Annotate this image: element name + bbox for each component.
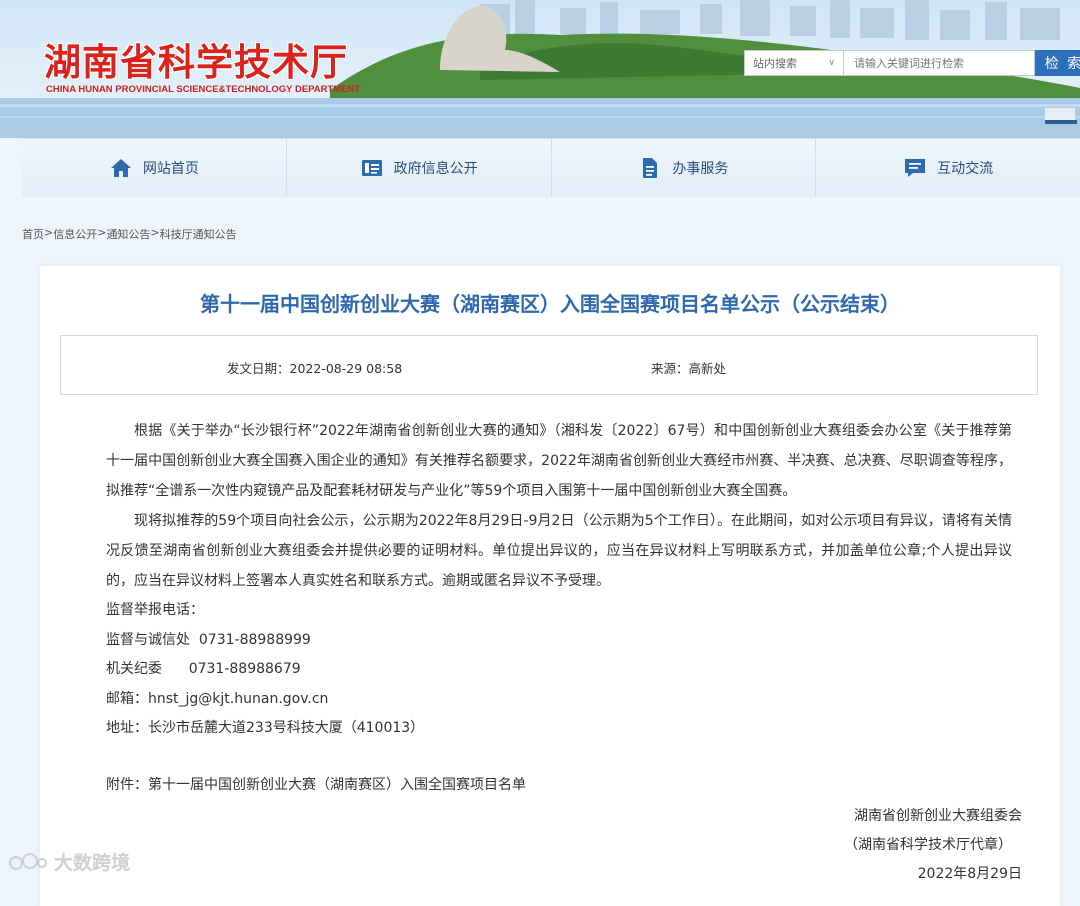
- home-icon: [110, 159, 131, 177]
- article-meta: 发文日期：2022-08-29 08:58 来源：高新处: [60, 335, 1038, 395]
- search-input[interactable]: [844, 50, 1035, 76]
- breadcrumb-separator: >: [150, 226, 160, 239]
- nav-item-label: 互动交流: [937, 161, 994, 177]
- breadcrumb-item-info[interactable]: 信息公开: [53, 226, 97, 242]
- contact-line: 机关纪委 0731-88988679: [106, 661, 301, 677]
- breadcrumb: 首页 > 信息公开 > 通知公告 > 科技厅通知公告: [22, 226, 237, 242]
- article-title: 第十一届中国创新创业大赛（湖南赛区）入围全国赛项目名单公示（公示结束）: [200, 292, 900, 316]
- header-banner: 湖南省科学技术厅 CHINA HUNAN PROVINCIAL SCIENCE&…: [0, 0, 1080, 138]
- signature-date: 2022年8月29日: [917, 866, 1022, 882]
- body-paragraph: 现将拟推荐的59个项目向社会公示，公示期为2022年8月29日-9月2日（公示期…: [106, 513, 1012, 589]
- nav-item-interaction[interactable]: 互动交流: [816, 139, 1080, 197]
- site-title: 湖南省科学技术厅: [44, 41, 348, 84]
- chat-icon: [905, 159, 926, 177]
- search-bar: 站内搜索 ∨ 检 索: [744, 50, 1080, 76]
- search-scope-label: 站内搜索: [753, 57, 797, 70]
- nav-item-home[interactable]: 网站首页: [22, 139, 287, 197]
- search-button[interactable]: 检 索: [1035, 50, 1080, 76]
- chevron-down-icon: ∨: [828, 58, 835, 68]
- nav-item-label: 网站首页: [142, 161, 199, 177]
- article-source: 来源：高新处: [651, 361, 727, 376]
- breadcrumb-item-home[interactable]: 首页: [22, 226, 44, 242]
- breadcrumb-separator: >: [44, 226, 54, 239]
- body-paragraph: 根据《关于举办“长沙银行杯”2022年湖南省创新创业大赛的通知》（湘科发〔202…: [106, 423, 1012, 499]
- search-scope-select[interactable]: 站内搜索 ∨: [744, 50, 844, 76]
- contact-email: 邮箱：hnst_jg@kjt.hunan.gov.cn: [106, 690, 329, 707]
- signature-seal: （湖南省科学技术厅代章）: [844, 837, 1012, 853]
- document-icon: [643, 158, 658, 178]
- contact-address: 地址：长沙市岳麓大道233号科技大厦（410013）: [106, 720, 425, 736]
- signature-block: 湖南省创新创业大赛组委会 （湖南省科学技术厅代章） 2022年8月29日: [844, 802, 1022, 889]
- publish-date: 发文日期：2022-08-29 08:58: [227, 361, 403, 376]
- nav-item-label: 政府信息公开: [393, 161, 478, 177]
- breadcrumb-item-dept-notices[interactable]: 科技厅通知公告: [160, 226, 237, 242]
- breadcrumb-separator: >: [97, 226, 107, 239]
- watermark: 大数跨境: [8, 848, 130, 875]
- article-body: 根据《关于举办“长沙银行杯”2022年湖南省创新创业大赛的通知》（湘科发〔202…: [106, 416, 1012, 596]
- watermark-logo-icon: [9, 852, 47, 870]
- article-card: 第十一届中国创新创业大赛（湖南赛区）入围全国赛项目名单公示（公示结束） 发文日期…: [40, 266, 1060, 906]
- info-card-icon: [361, 160, 382, 176]
- nav-item-gov-info[interactable]: 政府信息公开: [286, 139, 552, 197]
- main-nav: 网站首页 政府信息公开 办事服务 互动交流: [22, 138, 1080, 197]
- nav-item-services[interactable]: 办事服务: [551, 139, 817, 197]
- nav-item-label: 办事服务: [672, 161, 729, 177]
- site-subtitle: CHINA HUNAN PROVINCIAL SCIENCE&TECHNOLOG…: [46, 84, 361, 95]
- contact-info: 监督举报电话： 监督与诚信处 0731-88988999 机关纪委 0731-8…: [106, 596, 424, 744]
- contact-line: 监督与诚信处 0731-88988999: [106, 631, 311, 648]
- breadcrumb-item-notices[interactable]: 通知公告: [106, 226, 150, 242]
- signature-org: 湖南省创新创业大赛组委会: [854, 808, 1022, 824]
- attachment-link[interactable]: 附件：第十一届中国创新创业大赛（湖南赛区）入围全国赛项目名单: [106, 774, 526, 794]
- contact-line: 监督举报电话：: [106, 602, 204, 618]
- watermark-text: 大数跨境: [54, 852, 131, 874]
